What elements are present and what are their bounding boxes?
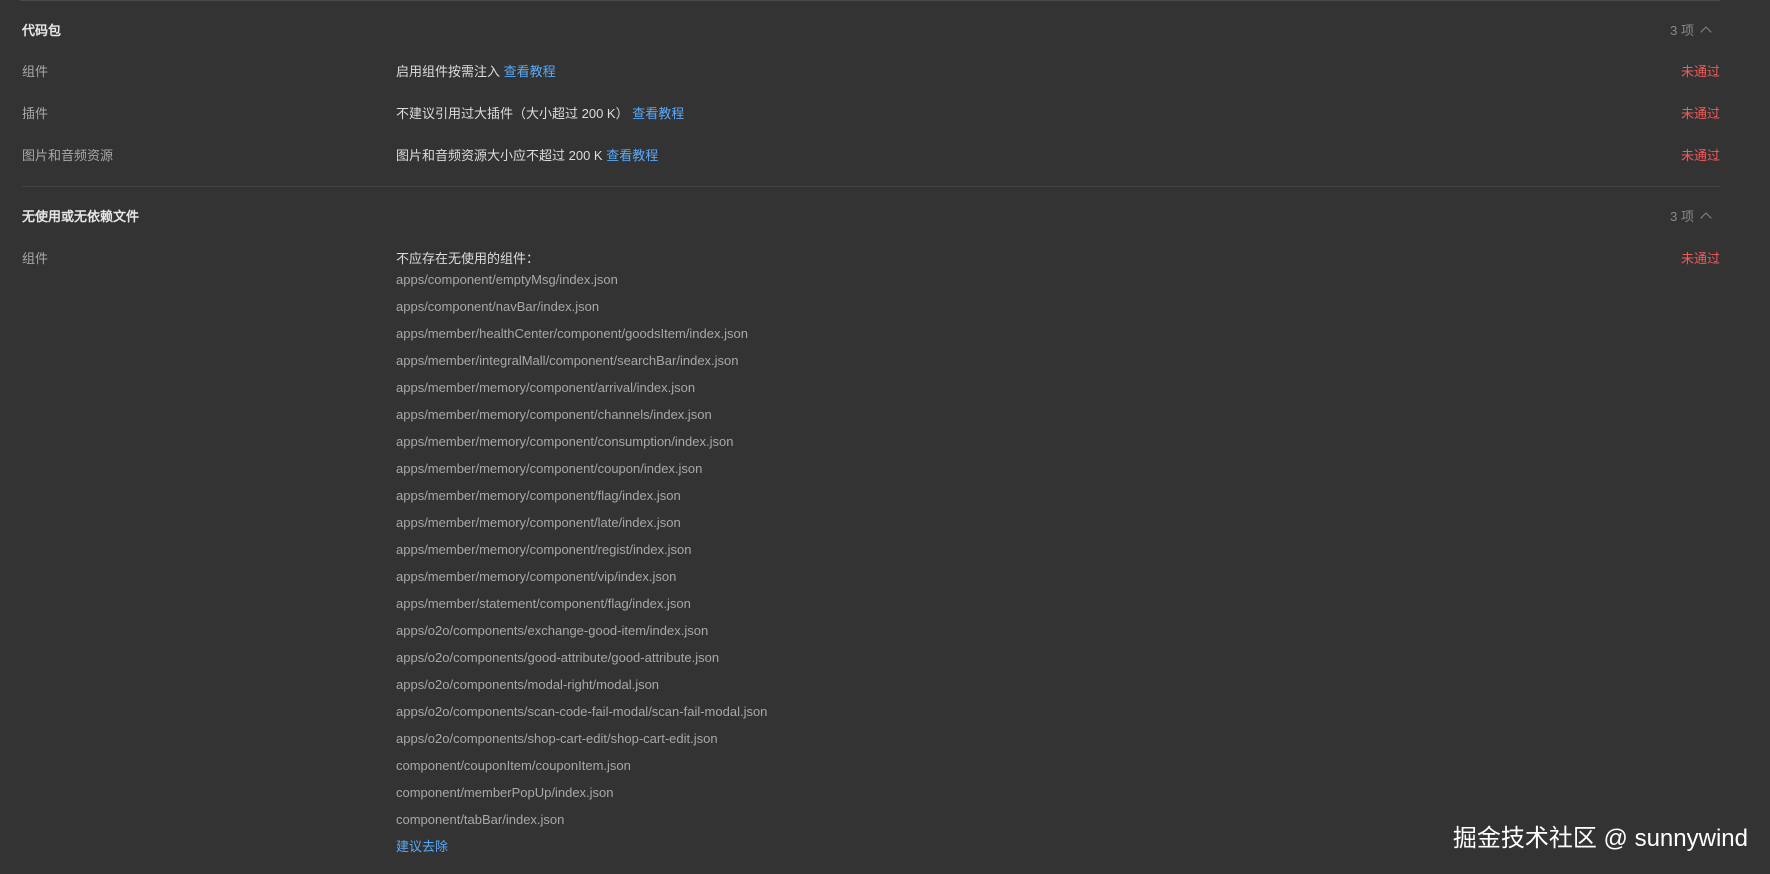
- row-desc-text: 启用组件按需注入: [396, 64, 501, 79]
- row-description: 图片和音频资源大小应不超过 200 K 查看教程: [396, 146, 658, 166]
- unused-file-item: apps/o2o/components/shop-cart-edit/shop-…: [396, 731, 718, 746]
- unused-file-item: apps/member/memory/component/coupon/inde…: [396, 461, 703, 476]
- section-count[interactable]: 3 项: [1670, 21, 1712, 41]
- status-fail: 未通过: [1680, 148, 1720, 163]
- unused-file-item: apps/member/memory/component/consumption…: [396, 434, 734, 449]
- check-row-plugin: 插件 不建议引用过大插件（大小超过 200 K） 查看教程 未通过: [22, 104, 1720, 124]
- chevron-up-icon[interactable]: [1700, 212, 1712, 224]
- row-label: 组件: [22, 251, 49, 266]
- row-description: 不建议引用过大插件（大小超过 200 K） 查看教程: [396, 104, 684, 124]
- check-row-component: 组件 启用组件按需注入 查看教程 未通过: [22, 62, 1720, 82]
- unused-file-item: apps/member/memory/component/vip/index.j…: [396, 569, 677, 584]
- unused-file-item: component/couponItem/couponItem.json: [396, 758, 631, 773]
- unused-file-item: apps/member/statement/component/flag/ind…: [396, 596, 691, 611]
- top-divider: [20, 0, 1720, 1]
- unused-file-item: apps/o2o/components/exchange-good-item/i…: [396, 623, 709, 638]
- unused-file-item: apps/member/memory/component/late/index.…: [396, 515, 681, 530]
- section-count-text: 3 项: [1670, 23, 1694, 38]
- unused-file-item: apps/member/memory/component/channels/in…: [396, 407, 712, 422]
- unused-file-item: apps/o2o/components/modal-right/modal.js…: [396, 677, 660, 692]
- unused-file-item: apps/member/memory/component/flag/index.…: [396, 488, 681, 503]
- row-description: 启用组件按需注入 查看教程: [396, 62, 556, 82]
- row-desc-text: 不建议引用过大插件（大小超过 200 K）: [396, 106, 629, 121]
- row-desc-text: 图片和音频资源大小应不超过 200 K: [396, 148, 603, 163]
- unused-file-item: apps/o2o/components/good-attribute/good-…: [396, 650, 720, 665]
- unused-file-item: apps/component/emptyMsg/index.json: [396, 272, 618, 287]
- chevron-up-icon[interactable]: [1700, 26, 1712, 38]
- check-row-media-resources: 图片和音频资源 图片和音频资源大小应不超过 200 K 查看教程 未通过: [22, 146, 1720, 166]
- unused-file-item: apps/member/integralMall/component/searc…: [396, 353, 739, 368]
- row-label: 插件: [22, 106, 49, 121]
- unused-file-item: apps/component/navBar/index.json: [396, 299, 600, 314]
- suggest-remove-link[interactable]: 建议去除: [396, 837, 448, 857]
- unused-file-item: apps/o2o/components/scan-code-fail-modal…: [396, 704, 768, 719]
- check-row-unused-component: 组件 不应存在无使用的组件： 未通过: [22, 249, 1720, 269]
- row-label: 组件: [22, 64, 49, 79]
- unused-file-item: component/memberPopUp/index.json: [396, 785, 614, 800]
- unused-file-item: apps/member/memory/component/regist/inde…: [396, 542, 692, 557]
- unused-file-item: apps/member/memory/component/arrival/ind…: [396, 380, 696, 395]
- unused-file-list: apps/component/emptyMsg/index.json apps/c…: [396, 270, 767, 837]
- section-count[interactable]: 3 项: [1670, 207, 1712, 227]
- section-header-code-package[interactable]: 代码包 3 项: [22, 21, 1720, 41]
- tutorial-link[interactable]: 查看教程: [504, 64, 556, 79]
- watermark: 掘金技术社区 @ sunnywind: [1452, 825, 1748, 852]
- unused-file-item: component/tabBar/index.json: [396, 812, 565, 827]
- section-header-unused-files[interactable]: 无使用或无依赖文件 3 项: [22, 207, 1720, 227]
- unused-file-item: apps/member/healthCenter/component/goods…: [396, 326, 748, 341]
- section-divider: [22, 186, 1720, 187]
- status-fail: 未通过: [1680, 64, 1720, 79]
- row-label: 图片和音频资源: [22, 148, 114, 163]
- row-description: 不应存在无使用的组件：: [396, 251, 540, 266]
- tutorial-link[interactable]: 查看教程: [632, 106, 684, 121]
- status-fail: 未通过: [1680, 106, 1720, 121]
- section-title: 无使用或无依赖文件: [22, 209, 140, 224]
- tutorial-link[interactable]: 查看教程: [606, 148, 658, 163]
- section-title: 代码包: [22, 23, 62, 38]
- status-fail: 未通过: [1680, 251, 1720, 266]
- section-count-text: 3 项: [1670, 209, 1694, 224]
